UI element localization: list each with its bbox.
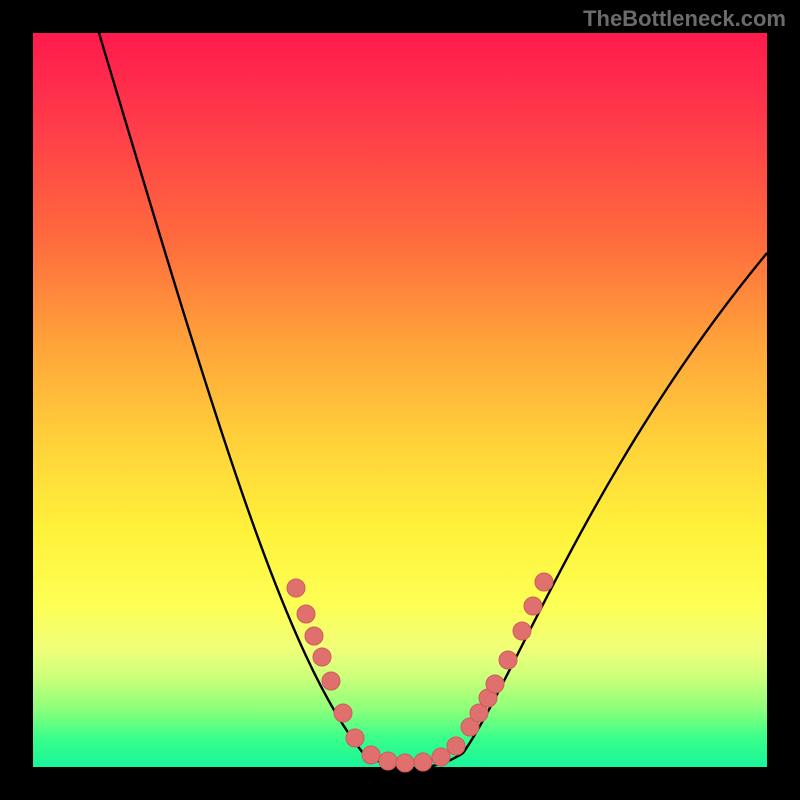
- curve-marker: [334, 704, 352, 722]
- curve-marker: [297, 605, 315, 623]
- watermark-text: TheBottleneck.com: [583, 6, 786, 32]
- curve-marker: [313, 648, 331, 666]
- chart-plot-area: [33, 33, 767, 767]
- curve-marker: [414, 753, 432, 771]
- bottleneck-curve: [93, 13, 767, 768]
- curve-marker: [447, 737, 465, 755]
- curve-marker: [396, 754, 414, 772]
- marker-layer: [287, 573, 553, 772]
- curve-marker: [287, 579, 305, 597]
- curve-marker: [346, 729, 364, 747]
- chart-svg: [33, 33, 767, 767]
- curve-marker: [379, 752, 397, 770]
- curve-marker: [486, 675, 504, 693]
- curve-marker: [535, 573, 553, 591]
- curve-marker: [305, 627, 323, 645]
- curve-marker: [513, 622, 531, 640]
- curve-marker: [432, 748, 450, 766]
- curve-marker: [322, 672, 340, 690]
- curve-marker: [524, 597, 542, 615]
- curve-marker: [362, 746, 380, 764]
- curve-marker: [499, 651, 517, 669]
